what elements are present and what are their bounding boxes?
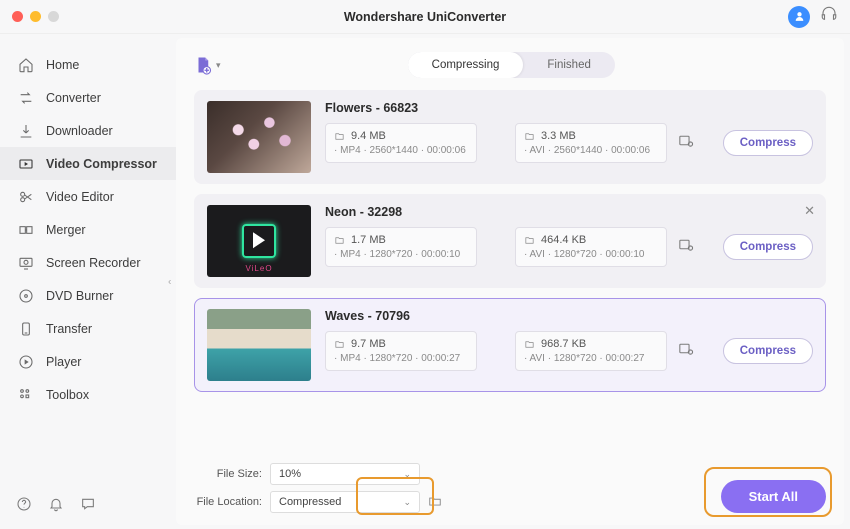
sidebar-item-video-editor[interactable]: Video Editor <box>0 180 176 213</box>
compressor-icon <box>18 156 34 172</box>
arrow-right-icon <box>487 340 505 363</box>
compress-settings-button[interactable] <box>677 340 694 362</box>
sidebar-label: Downloader <box>46 124 113 138</box>
target-info-box: 464.4 KB · AVI · 1280*720 · 00:00:10 <box>515 227 667 267</box>
recorder-icon <box>18 255 34 271</box>
sidebar-item-transfer[interactable]: Transfer <box>0 312 176 345</box>
player-icon <box>18 354 34 370</box>
sidebar-label: DVD Burner <box>46 289 113 303</box>
chevron-down-icon: ⌄ <box>403 469 411 480</box>
file-card[interactable]: Flowers - 66823 9.4 MB · MP4 · 2560*1440… <box>194 90 826 184</box>
toolbox-icon <box>18 387 34 403</box>
arrow-right-icon <box>487 236 505 259</box>
main-panel: ‹ ▾ Compressing Finished Flowers - 66823 <box>176 38 844 525</box>
sidebar-item-converter[interactable]: Converter <box>0 81 176 114</box>
source-info-box: 9.4 MB · MP4 · 2560*1440 · 00:00:06 <box>325 123 477 163</box>
file-size-label: File Size: <box>194 468 262 480</box>
video-thumbnail <box>207 309 311 381</box>
video-thumbnail <box>207 101 311 173</box>
window-close-button[interactable] <box>12 11 23 22</box>
file-location-select[interactable]: Compressed⌄ <box>270 491 420 513</box>
file-list: Flowers - 66823 9.4 MB · MP4 · 2560*1440… <box>194 90 826 392</box>
target-info-box: 968.7 KB · AVI · 1280*720 · 00:00:27 <box>515 331 667 371</box>
merger-icon <box>18 222 34 238</box>
file-size-select[interactable]: 10%⌄ <box>270 463 420 485</box>
sidebar-label: Merger <box>46 223 86 237</box>
sidebar-label: Video Compressor <box>46 157 157 171</box>
compress-button[interactable]: Compress <box>723 234 813 260</box>
tab-finished[interactable]: Finished <box>523 52 614 78</box>
file-title: Waves - 70796 <box>325 309 813 323</box>
sidebar-item-toolbox[interactable]: Toolbox <box>0 378 176 411</box>
editor-icon <box>18 189 34 205</box>
file-title: Neon - 32298 <box>325 205 813 219</box>
sidebar-label: Transfer <box>46 322 92 336</box>
sidebar-label: Player <box>46 355 81 369</box>
collapse-sidebar-button[interactable]: ‹ <box>168 276 171 287</box>
window-zoom-button[interactable] <box>48 11 59 22</box>
feedback-icon[interactable] <box>80 496 96 517</box>
sidebar-label: Toolbox <box>46 388 89 402</box>
chevron-down-icon: ⌄ <box>403 497 411 508</box>
video-thumbnail: ViLeO <box>207 205 311 277</box>
sidebar-item-screen-recorder[interactable]: Screen Recorder <box>0 246 176 279</box>
tab-compressing[interactable]: Compressing <box>408 52 524 78</box>
file-location-label: File Location: <box>194 496 262 508</box>
sidebar-item-dvd-burner[interactable]: DVD Burner <box>0 279 176 312</box>
sidebar-label: Converter <box>46 91 101 105</box>
sidebar-label: Screen Recorder <box>46 256 141 270</box>
sidebar-label: Video Editor <box>46 190 114 204</box>
file-card[interactable]: ✕ ViLeO Neon - 32298 1.7 MB · MP4 · 1280… <box>194 194 826 288</box>
source-info-box: 9.7 MB · MP4 · 1280*720 · 00:00:27 <box>325 331 477 371</box>
dvd-icon <box>18 288 34 304</box>
compress-button[interactable]: Compress <box>723 338 813 364</box>
sidebar-item-home[interactable]: Home <box>0 48 176 81</box>
open-folder-button[interactable] <box>428 494 442 511</box>
notifications-icon[interactable] <box>48 496 64 517</box>
compress-settings-button[interactable] <box>677 132 694 154</box>
arrow-right-icon <box>487 132 505 155</box>
tab-switcher: Compressing Finished <box>408 52 615 78</box>
support-icon[interactable] <box>820 5 838 28</box>
file-card[interactable]: Waves - 70796 9.7 MB · MP4 · 1280*720 · … <box>194 298 826 392</box>
sidebar: Home Converter Downloader Video Compress… <box>0 34 176 529</box>
target-info-box: 3.3 MB · AVI · 2560*1440 · 00:00:06 <box>515 123 667 163</box>
file-title: Flowers - 66823 <box>325 101 813 115</box>
sidebar-item-video-compressor[interactable]: Video Compressor <box>0 147 176 180</box>
help-icon[interactable] <box>16 496 32 517</box>
sidebar-item-player[interactable]: Player <box>0 345 176 378</box>
converter-icon <box>18 90 34 106</box>
window-minimize-button[interactable] <box>30 11 41 22</box>
home-icon <box>18 57 34 73</box>
sidebar-item-downloader[interactable]: Downloader <box>0 114 176 147</box>
remove-item-button[interactable]: ✕ <box>804 203 815 219</box>
titlebar: Wondershare UniConverter <box>0 0 850 34</box>
sidebar-item-merger[interactable]: Merger <box>0 213 176 246</box>
chevron-down-icon: ▾ <box>216 60 221 71</box>
compress-settings-button[interactable] <box>677 236 694 258</box>
source-info-box: 1.7 MB · MP4 · 1280*720 · 00:00:10 <box>325 227 477 267</box>
compress-button[interactable]: Compress <box>723 130 813 156</box>
add-file-button[interactable]: ▾ <box>194 55 221 75</box>
transfer-icon <box>18 321 34 337</box>
app-title: Wondershare UniConverter <box>0 10 850 24</box>
account-avatar[interactable] <box>788 6 810 28</box>
start-all-button[interactable]: Start All <box>721 480 826 513</box>
sidebar-label: Home <box>46 58 79 72</box>
download-icon <box>18 123 34 139</box>
